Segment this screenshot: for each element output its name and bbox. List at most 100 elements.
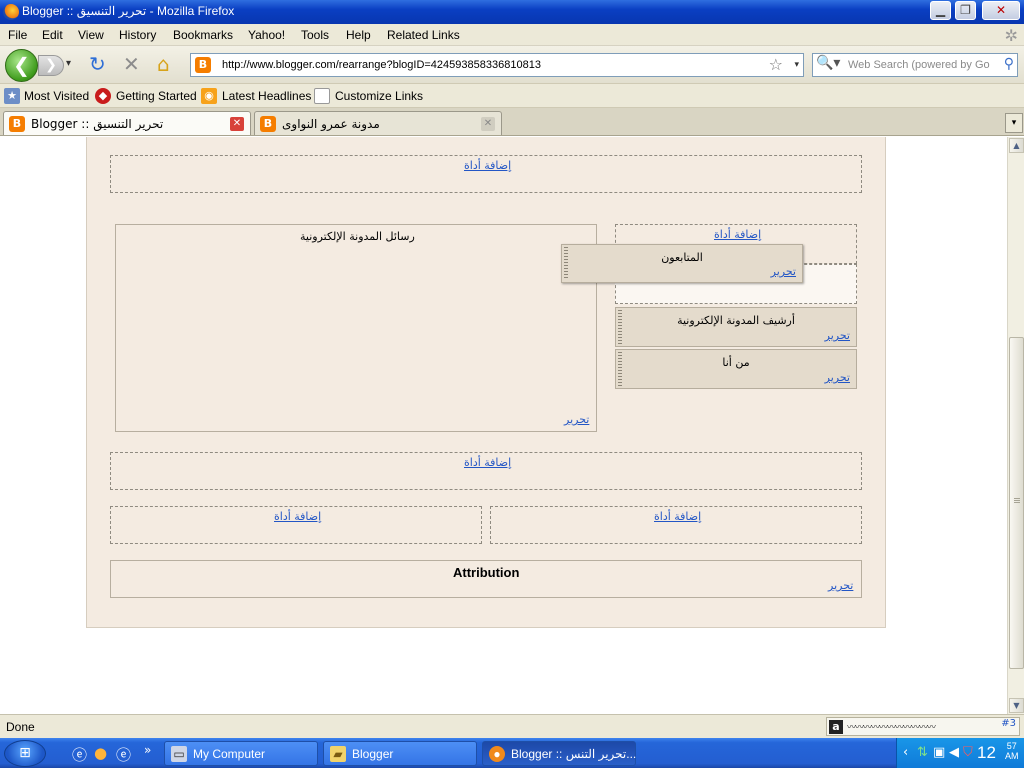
url-bar[interactable]: B http://www.blogger.com/rearrange?blogI… (190, 53, 804, 77)
bookmark-latest-headlines[interactable]: Latest Headlines (222, 89, 311, 103)
add-gadget-link[interactable]: إضافة أداة (464, 159, 511, 172)
status-hash: #3 (1001, 718, 1016, 729)
window-title-bar[interactable]: Blogger :: تحرير التنسيق - Mozilla Firef… (0, 0, 1024, 24)
menu-file[interactable]: File (8, 28, 27, 42)
taskbar-label: My Computer (193, 747, 266, 761)
network-icon[interactable]: ⇅ (917, 745, 928, 760)
back-button[interactable]: ❮ (5, 49, 38, 82)
bookmarks-toolbar: ★ Most Visited ◆ Getting Started ◉ Lates… (0, 84, 1024, 108)
amazon-icon[interactable]: a (829, 720, 843, 734)
tab-list-dropdown-icon[interactable]: ▾ (1005, 113, 1023, 133)
status-panel: a 〰〰〰〰〰〰〰〰〰〰〰 #3 (826, 717, 1020, 736)
scroll-thumb[interactable] (1009, 337, 1024, 669)
search-engine-icon[interactable]: 🔍▾ (816, 55, 840, 71)
blogger-favicon-icon: B (260, 116, 276, 132)
menu-help[interactable]: Help (346, 28, 371, 42)
vertical-scrollbar[interactable]: ▲ ▼ (1007, 137, 1024, 714)
home-icon[interactable]: ⌂ (157, 53, 170, 75)
bookmark-star-icon[interactable]: ☆ (769, 55, 783, 74)
page-content: إضافة أداة رسائل المدونة الإلكترونية تحر… (0, 137, 1007, 714)
menu-bookmarks[interactable]: Bookmarks (173, 28, 233, 42)
edit-link[interactable]: تحرير (825, 371, 850, 384)
menu-edit[interactable]: Edit (42, 28, 63, 42)
stop-icon[interactable]: ✕ (123, 53, 140, 75)
bookmark-most-visited[interactable]: Most Visited (24, 89, 89, 103)
taskbar-label: Blogger :: تحرير التنس... (511, 747, 637, 761)
scroll-down-icon[interactable]: ▼ (1009, 698, 1024, 713)
scroll-up-icon[interactable]: ▲ (1009, 138, 1024, 153)
close-button[interactable]: ✕ (982, 1, 1020, 20)
security-shield-icon[interactable]: ⛉ (963, 745, 973, 760)
page-icon (314, 88, 330, 104)
add-gadget-link[interactable]: إضافة أداة (274, 510, 321, 523)
attribution-title: Attribution (453, 565, 520, 580)
menu-related-links[interactable]: Related Links (387, 28, 460, 42)
history-dropdown-icon[interactable]: ▾ (66, 58, 71, 69)
tab-close-icon[interactable]: ✕ (230, 117, 244, 131)
archive-widget[interactable]: أرشيف المدونة الإلكترونية تحرير (615, 307, 857, 347)
volume-icon[interactable]: ◀ (949, 745, 959, 760)
bookmark-getting-started[interactable]: Getting Started (116, 89, 197, 103)
start-button[interactable]: ⊞ (4, 740, 46, 767)
search-bar[interactable]: 🔍▾ Web Search (powered by Go ⚲ (812, 53, 1018, 77)
star-folder-icon: ★ (4, 88, 20, 104)
tab-label: Blogger :: تحرير التنسيق (31, 117, 164, 131)
system-tray: ‹ ⇅ ▣ ◀ ⛉ 12 57 AM (896, 738, 1024, 768)
add-gadget-link[interactable]: إضافة أداة (714, 228, 761, 241)
add-gadget-link[interactable]: إضافة أداة (464, 456, 511, 469)
tray-expand-icon[interactable]: ‹ (903, 745, 908, 760)
blogger-favicon-icon: B (195, 57, 211, 73)
edit-link[interactable]: تحرير (564, 413, 589, 426)
monitor-icon[interactable]: ▣ (933, 745, 945, 760)
firefox-icon: ● (489, 746, 505, 762)
url-dropdown-icon[interactable]: ▾ (794, 60, 799, 70)
tab-blog[interactable]: B مدونة عمرو النواوى ✕ (254, 111, 502, 135)
status-text: Done (6, 720, 35, 734)
window-title: Blogger :: تحرير التنسيق - Mozilla Firef… (22, 4, 235, 18)
edit-link[interactable]: تحرير (771, 265, 796, 278)
taskbar-firefox[interactable]: ● Blogger :: تحرير التنس... (482, 741, 636, 766)
tab-close-icon[interactable]: ✕ (481, 117, 495, 131)
forward-button[interactable]: ❯ (38, 55, 64, 76)
about-title: من أنا (722, 356, 750, 369)
edit-link[interactable]: تحرير (828, 579, 853, 592)
wave-graph: 〰〰〰〰〰〰〰〰〰〰〰 (847, 723, 936, 733)
status-bar: Done a 〰〰〰〰〰〰〰〰〰〰〰 #3 (0, 714, 1024, 738)
menu-tools[interactable]: Tools (301, 28, 329, 42)
rss-icon: ◉ (201, 88, 217, 104)
about-me-widget[interactable]: من أنا تحرير (615, 349, 857, 389)
blog-posts-widget[interactable] (115, 224, 597, 432)
search-go-icon[interactable]: ⚲ (1004, 56, 1014, 72)
menu-yahoo[interactable]: Yahoo! (248, 28, 285, 42)
url-text[interactable]: http://www.blogger.com/rearrange?blogID=… (222, 59, 541, 71)
ie-alt-icon[interactable]: ⓔ (116, 744, 131, 765)
taskbar-my-computer[interactable]: ▭ My Computer (164, 741, 318, 766)
menu-bar: File Edit View History Bookmarks Yahoo! … (0, 24, 1024, 46)
drag-handle[interactable] (618, 352, 622, 386)
folder-icon: ▰ (330, 746, 346, 762)
clock-minutes-ampm[interactable]: 57 AM (1005, 741, 1019, 761)
clock-hour[interactable]: 12 (977, 743, 996, 763)
maximize-button[interactable]: ❐ (955, 1, 976, 20)
throbber-icon: ✲ (1004, 26, 1018, 45)
ie-icon[interactable]: ⓔ (72, 744, 87, 765)
add-gadget-link[interactable]: إضافة أداة (654, 510, 701, 523)
reload-icon[interactable]: ↻ (89, 53, 106, 75)
drag-handle[interactable] (618, 310, 622, 344)
blogger-favicon-icon: B (9, 116, 25, 132)
tab-blogger-layout[interactable]: B Blogger :: تحرير التنسيق ✕ (3, 111, 251, 135)
drag-handle[interactable] (564, 247, 568, 280)
minimize-button[interactable]: ▁ (930, 1, 951, 20)
search-input[interactable]: Web Search (powered by Go (848, 59, 998, 71)
menu-view[interactable]: View (78, 28, 104, 42)
edit-link[interactable]: تحرير (825, 329, 850, 342)
menu-history[interactable]: History (119, 28, 156, 42)
taskbar-label: Blogger (352, 747, 394, 761)
taskbar-blogger-folder[interactable]: ▰ Blogger (323, 741, 477, 766)
firefox-quicklaunch-icon[interactable]: ● (94, 744, 107, 762)
quicklaunch-more-icon[interactable]: » (144, 743, 151, 757)
followers-widget-dragging[interactable]: المتابعون تحرير (561, 244, 803, 283)
firefox-icon (3, 4, 19, 20)
blog-posts-title: رسائل المدونة الإلكترونية (300, 230, 415, 243)
bookmark-customize-links[interactable]: Customize Links (335, 89, 423, 103)
